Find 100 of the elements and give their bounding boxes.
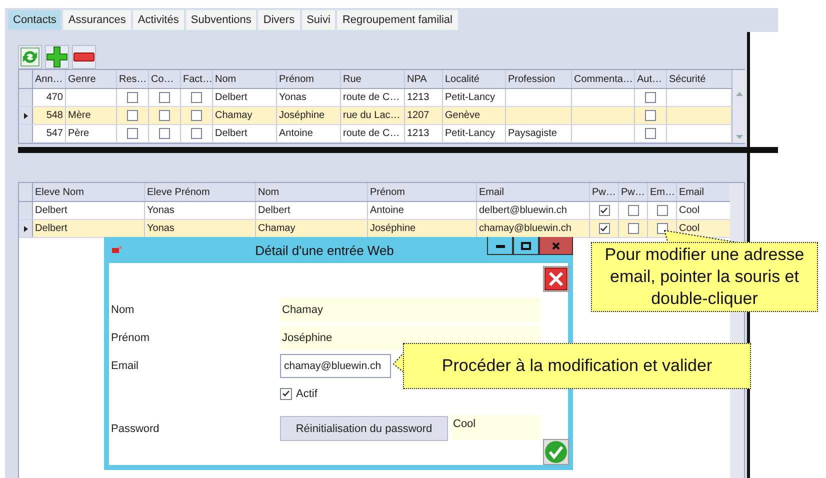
column-header[interactable]: Email [679, 186, 704, 198]
tab[interactable]: Activités [132, 10, 184, 30]
checkbox[interactable] [598, 205, 610, 216]
table-cell: Chamay [258, 223, 296, 234]
reset-password-button[interactable]: Réinitialisation du password [280, 416, 448, 441]
table-cell: 1213 [407, 128, 430, 139]
checkbox[interactable] [191, 92, 202, 103]
column-header[interactable]: NPA [407, 74, 427, 84]
callout: Procéder à la modification et valider [403, 343, 751, 389]
checkbox[interactable] [656, 205, 668, 216]
column-header[interactable]: Aut… [637, 74, 662, 84]
readonly-field: Cool [451, 415, 540, 440]
close-icon[interactable] [539, 237, 573, 255]
minimize-icon[interactable] [487, 237, 513, 255]
column-header[interactable]: Fact… [183, 74, 212, 84]
tab[interactable]: Divers [258, 10, 300, 30]
field-label: Email [111, 360, 140, 372]
column-header[interactable]: Commenta… [574, 74, 633, 84]
field-label: Password [111, 422, 160, 434]
email-field[interactable]: chamay@bluewin.ch [280, 354, 391, 378]
table-cell: route de C… [343, 92, 400, 103]
table-row[interactable]: Delbert Yonas Chamay Joséphine chamay@bluewin.ch Cool [19, 220, 733, 238]
column-header[interactable]: Localité [445, 74, 480, 84]
column-header[interactable]: Profession [508, 74, 556, 84]
checkbox[interactable] [645, 128, 656, 139]
table-cell: Delbert [215, 128, 248, 139]
column-header[interactable]: Pw… [592, 186, 616, 198]
table-cell: Mère [68, 110, 91, 121]
checkbox[interactable] [280, 388, 292, 400]
checkbox[interactable] [656, 223, 668, 234]
table-cell: Delbert [258, 205, 290, 216]
tab[interactable]: Contacts [8, 10, 62, 30]
column-header[interactable]: Sécurité [669, 74, 706, 84]
table-cell: Petit-Lancy [445, 92, 496, 103]
field-label: Prénom [111, 332, 151, 344]
checkbox[interactable] [645, 92, 656, 103]
table-cell: Cool [679, 205, 700, 216]
table-cell: chamay@bluewin.ch [479, 223, 572, 234]
checkbox[interactable] [159, 128, 170, 139]
readonly-field: Chamay [280, 298, 540, 322]
checkbox[interactable] [127, 92, 138, 103]
tab[interactable]: Suivi [302, 10, 336, 30]
table-cell: 548 [46, 110, 63, 121]
column-header[interactable]: Prénom [370, 186, 406, 198]
checkbox[interactable] [127, 110, 138, 121]
checkbox-label[interactable]: Actif [296, 388, 318, 400]
table-row[interactable]: 547 Père Delbert Antoine route de C… 1213 Petit-Lancy Paysagiste [19, 125, 732, 143]
tab[interactable]: Subventions [186, 10, 256, 30]
column-header[interactable]: Eleve Prénom [147, 186, 210, 198]
table-cell: rue du Lac… [343, 110, 400, 121]
checkbox[interactable] [191, 110, 202, 121]
column-header[interactable]: Em… [650, 186, 675, 198]
close-icon[interactable] [543, 266, 569, 292]
table-cell: Yonas [147, 205, 174, 216]
column-header[interactable]: Rue [343, 74, 362, 84]
add-icon[interactable] [45, 45, 69, 69]
table-cell: 547 [46, 128, 63, 139]
table-cell: Yonas [279, 92, 306, 103]
confirm-icon[interactable] [543, 439, 569, 465]
checkbox[interactable] [628, 223, 638, 234]
table-cell: Antoine [279, 128, 313, 139]
maximize-icon[interactable] [513, 237, 539, 255]
tab[interactable]: Regroupement familial [337, 10, 458, 30]
column-header[interactable]: Res… [119, 74, 147, 84]
table-cell: 470 [46, 92, 63, 103]
table-cell: route de C… [343, 128, 400, 139]
table-cell: 1213 [407, 92, 430, 103]
checkbox[interactable] [159, 92, 170, 103]
column-header[interactable]: Ann… [35, 74, 63, 84]
tab[interactable]: Assurances [63, 10, 131, 30]
checkbox[interactable] [159, 110, 170, 121]
window-title: Détail d'une entrée Web [254, 242, 395, 258]
scroll-down-icon[interactable] [736, 135, 743, 139]
table-cell: Yonas [147, 223, 174, 234]
column-header[interactable]: Co… [151, 74, 174, 84]
checkbox[interactable] [628, 205, 638, 216]
table-cell: Delbert [35, 223, 68, 234]
column-header[interactable]: Eleve Nom [35, 186, 84, 198]
column-header[interactable]: Prénom [279, 74, 314, 84]
column-header[interactable]: Nom [215, 74, 236, 84]
table-cell: Joséphine [370, 223, 416, 234]
scroll-up-icon[interactable] [736, 92, 743, 96]
column-header[interactable]: Genre [68, 74, 96, 84]
table-cell: Delbert [35, 205, 68, 216]
checkbox[interactable] [191, 128, 202, 139]
column-header[interactable]: Nom [258, 186, 280, 198]
table-cell: Paysagiste [508, 128, 557, 139]
row-marker-icon [24, 112, 28, 118]
table-cell: Antoine [370, 205, 404, 216]
checkbox[interactable] [127, 128, 138, 139]
table-cell: Delbert [215, 92, 248, 103]
checkbox[interactable] [598, 223, 610, 234]
table-row[interactable]: 548 Mère Chamay Joséphine rue du Lac… 1207 Genève [19, 107, 732, 125]
table-cell: 1207 [407, 110, 430, 121]
column-header[interactable]: Email [479, 186, 504, 198]
table-cell: Cool [679, 223, 700, 234]
refresh-icon[interactable] [18, 45, 42, 69]
checkbox[interactable] [645, 110, 656, 121]
column-header[interactable]: Pw… [621, 186, 645, 198]
remove-icon[interactable] [72, 45, 96, 69]
